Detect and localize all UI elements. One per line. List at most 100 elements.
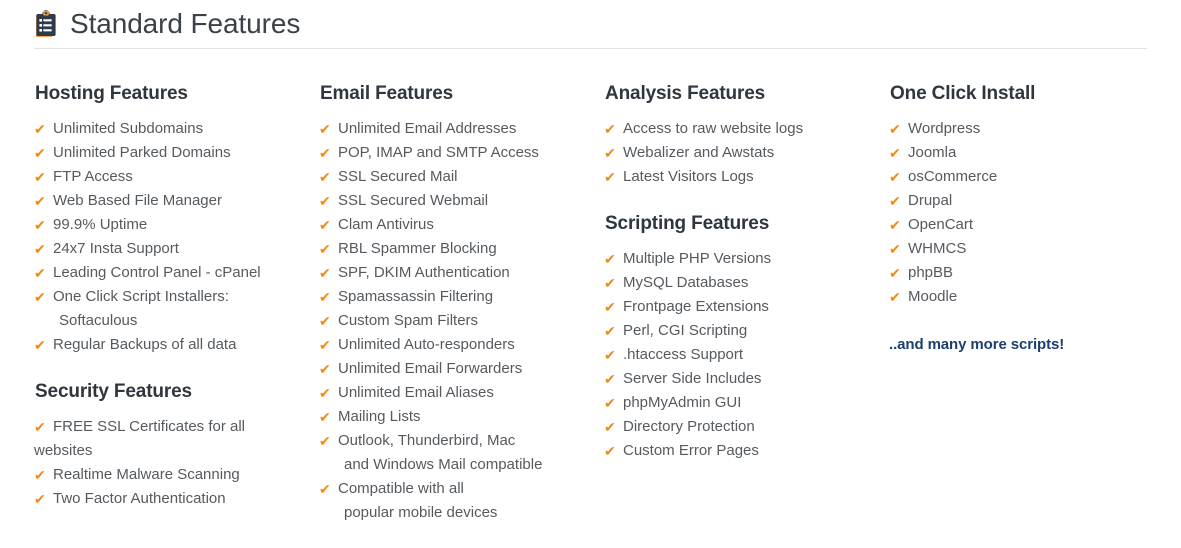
feature-item-label: WHMCS — [908, 239, 967, 257]
feature-item-label: Unlimited Email Forwarders — [338, 359, 523, 377]
feature-item: ✔ Custom Error Pages — [604, 439, 889, 463]
feature-item: ✔ One Click Script Installers: Softaculous — [34, 285, 319, 333]
group-title: Hosting Features — [35, 83, 188, 104]
feature-item-label: SSL Secured Mail — [338, 167, 458, 185]
feature-item: ✔ Unlimited Parked Domains — [34, 141, 319, 165]
check-icon: ✔ — [889, 120, 901, 137]
feature-item-label: Perl, CGI Scripting — [623, 321, 748, 339]
check-icon: ✔ — [604, 370, 616, 387]
check-icon: ✔ — [889, 168, 901, 185]
feature-item: ✔ Latest Visitors Logs — [604, 165, 889, 189]
feature-column: Hosting Features ✔ Unlimited Subdomains ✔ Un… — [34, 83, 319, 525]
feature-item-label: Clam Antivirus — [338, 215, 434, 233]
feature-group: One Click Install ✔ Wordpress ✔ Joomla ✔ osCom… — [889, 83, 1174, 355]
feature-item: ✔ Custom Spam Filters — [319, 309, 604, 333]
check-icon: ✔ — [604, 120, 616, 137]
feature-item-label: Unlimited Auto-responders — [338, 335, 515, 353]
check-icon: ✔ — [34, 490, 46, 507]
feature-item: ✔ Spamassassin Filtering — [319, 285, 604, 309]
feature-item-label: Unlimited Email Aliases — [338, 383, 494, 401]
feature-group: Analysis Features ✔ Access to raw website … — [604, 83, 889, 189]
check-icon: ✔ — [604, 418, 616, 435]
feature-item-label: Unlimited Subdomains — [53, 119, 204, 137]
feature-item: ✔ Web Based File Manager — [34, 189, 319, 213]
feature-item-label: SPF, DKIM Authentication — [338, 263, 510, 281]
standard-features-page: Standard Features Hosting Features ✔ Unlim… — [0, 0, 1181, 548]
feature-item-label: Moodle — [908, 287, 958, 305]
check-icon: ✔ — [319, 216, 331, 233]
check-icon: ✔ — [34, 240, 46, 257]
feature-item-label: 99.9% Uptime — [53, 215, 148, 233]
feature-list: ✔ FREE SSL Certificates for all websites ✔ R… — [34, 415, 319, 511]
feature-group: Email Features ✔ Unlimited Email Addresses… — [319, 83, 604, 525]
check-icon: ✔ — [319, 336, 331, 353]
feature-item: ✔ Unlimited Email Aliases — [319, 381, 604, 405]
more-scripts-note: ..and many more scripts! — [889, 335, 1065, 353]
feature-column: One Click Install ✔ Wordpress ✔ Joomla ✔ osCom… — [889, 83, 1174, 525]
feature-item-label: Latest Visitors Logs — [623, 167, 754, 185]
check-icon: ✔ — [604, 442, 616, 459]
feature-item-label: Unlimited Parked Domains — [53, 143, 231, 161]
feature-item: ✔ Directory Protection — [604, 415, 889, 439]
feature-item-label: FREE SSL Certificates for all — [53, 417, 246, 435]
feature-item-label: OpenCart — [908, 215, 974, 233]
feature-item-label: Drupal — [908, 191, 953, 209]
check-icon: ✔ — [889, 216, 901, 233]
feature-item: ✔ Unlimited Subdomains — [34, 117, 319, 141]
feature-item: ✔ .htaccess Support — [604, 343, 889, 367]
check-icon: ✔ — [34, 120, 46, 137]
group-title: One Click Install — [890, 83, 1036, 104]
check-icon: ✔ — [34, 168, 46, 185]
check-icon: ✔ — [319, 360, 331, 377]
group-title: Analysis Features — [605, 83, 766, 104]
feature-column: Analysis Features ✔ Access to raw website … — [604, 83, 889, 525]
feature-item-label: phpMyAdmin GUI — [623, 393, 742, 411]
check-icon: ✔ — [319, 120, 331, 137]
feature-item-label: Spamassassin Filtering — [338, 287, 494, 305]
check-icon: ✔ — [319, 408, 331, 425]
feature-item-label: phpBB — [908, 263, 954, 281]
feature-item: ✔ Perl, CGI Scripting — [604, 319, 889, 343]
page-title: Standard Features — [70, 8, 301, 39]
feature-item-label: FTP Access — [53, 167, 133, 185]
feature-item-label: Unlimited Email Addresses — [338, 119, 517, 137]
feature-list: ✔ Unlimited Subdomains ✔ Unlimited Parked D… — [34, 117, 319, 357]
feature-item: ✔ Joomla — [889, 141, 1174, 165]
feature-item: ✔ Mailing Lists — [319, 405, 604, 429]
feature-item: ✔ FTP Access — [34, 165, 319, 189]
feature-item: ✔ phpBB — [889, 261, 1174, 285]
feature-list: ✔ Unlimited Email Addresses ✔ POP, IMAP and… — [319, 117, 604, 525]
check-icon: ✔ — [34, 288, 46, 305]
check-icon: ✔ — [604, 168, 616, 185]
feature-item-label: Frontpage Extensions — [623, 297, 769, 315]
feature-item: ✔ Unlimited Email Addresses — [319, 117, 604, 141]
feature-item: ✔ Server Side Includes — [604, 367, 889, 391]
check-icon: ✔ — [604, 274, 616, 291]
check-icon: ✔ — [604, 250, 616, 267]
check-icon: ✔ — [34, 336, 46, 353]
feature-item-label: Realtime Malware Scanning — [53, 465, 240, 483]
feature-item: ✔ Drupal — [889, 189, 1174, 213]
feature-columns: Hosting Features ✔ Unlimited Subdomains ✔ Un… — [0, 83, 1181, 525]
feature-list: ✔ Multiple PHP Versions ✔ MySQL Databases ✔ F… — [604, 247, 889, 463]
feature-group: Hosting Features ✔ Unlimited Subdomains ✔ Un… — [34, 83, 319, 357]
check-icon: ✔ — [604, 144, 616, 161]
feature-item-label: 24x7 Insta Support — [53, 239, 179, 257]
feature-item-label: Mailing Lists — [338, 407, 421, 425]
group-title: Security Features — [35, 380, 192, 402]
feature-item: ✔ 99.9% Uptime — [34, 213, 319, 237]
feature-list: ✔ Access to raw website logs ✔ Webalizer an… — [604, 117, 889, 189]
page-header: Standard Features — [0, 0, 1181, 44]
check-icon: ✔ — [319, 384, 331, 401]
feature-item: ✔ Unlimited Auto-responders — [319, 333, 604, 357]
check-icon: ✔ — [34, 216, 46, 233]
feature-item: ✔ SSL Secured Mail — [319, 165, 604, 189]
feature-item-label: Custom Spam Filters — [338, 311, 479, 329]
check-icon: ✔ — [889, 192, 901, 209]
feature-item: ✔ WHMCS — [889, 237, 1174, 261]
feature-item: ✔ Wordpress — [889, 117, 1174, 141]
check-icon: ✔ — [889, 264, 901, 281]
feature-item: ✔ SPF, DKIM Authentication — [319, 261, 604, 285]
feature-item-label: SSL Secured Webmail — [338, 191, 489, 209]
feature-item: ✔ OpenCart — [889, 213, 1174, 237]
